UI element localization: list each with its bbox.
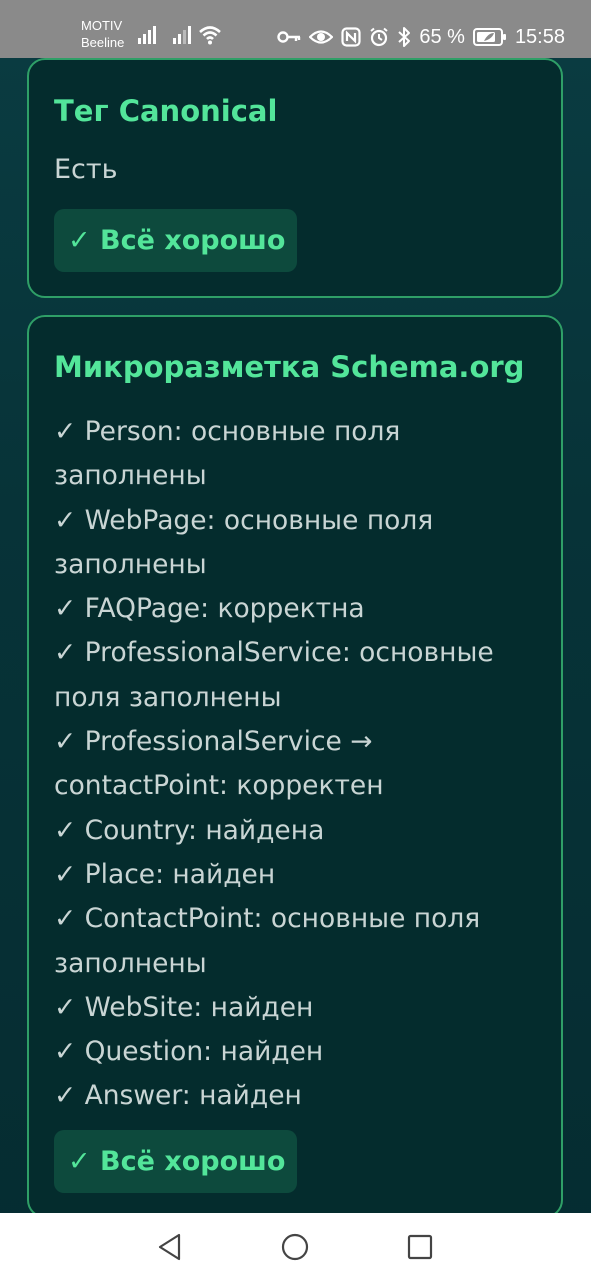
alarm-icon — [370, 27, 388, 47]
clock: 15:58 — [514, 25, 565, 48]
list-item: ✓ WebSite: найден — [54, 991, 314, 1023]
canonical-card: Тег Canonical Есть ✓ Всё хорошо — [27, 58, 563, 298]
status-badge: ✓ Всё хорошо — [54, 1130, 297, 1193]
wifi-icon — [199, 26, 221, 45]
schema-card: Микроразметка Schema.org ✓ Person: основ… — [27, 315, 563, 1218]
screen: MOTIV Beeline 65 % 15:58 Тег Canonical Е… — [0, 0, 591, 1280]
home-icon — [281, 1233, 309, 1261]
battery-percent: 65 % — [419, 25, 465, 48]
list-item: ✓ WebPage: основные поля заполнены — [54, 504, 434, 580]
card-text: Есть — [54, 154, 118, 185]
list-item: ✓ ProfessionalService: основные поля зап… — [54, 637, 494, 713]
status-icons: 65 % 15:58 — [277, 24, 565, 50]
recents-button[interactable] — [402, 1229, 438, 1265]
list-item: ✓ Question: найден — [54, 1036, 324, 1068]
bluetooth-icon — [398, 27, 411, 47]
back-button[interactable] — [152, 1229, 188, 1265]
status-bar: MOTIV Beeline 65 % 15:58 — [0, 0, 591, 58]
card-title: Тег Canonical — [54, 94, 278, 128]
nfc-icon — [341, 27, 361, 47]
battery-icon — [472, 28, 506, 46]
list-item: ✓ Person: основные поля заполнены — [54, 416, 401, 492]
list-item: ✓ Place: найден — [54, 858, 276, 890]
signal-icon-2 — [173, 26, 191, 44]
list-item: ✓ ContactPoint: основные поля заполнены — [54, 903, 481, 979]
status-badge: ✓ Всё хорошо — [54, 209, 297, 272]
card-title: Микроразметка Schema.org — [54, 350, 525, 384]
list-item: ✓ FAQPage: корректна — [54, 593, 365, 625]
key-icon — [277, 31, 301, 43]
list-item: ✓ ProfessionalService → contactPoint: ко… — [54, 726, 384, 802]
home-button[interactable] — [277, 1229, 313, 1265]
check-list: ✓ Person: основные поля заполнены ✓ WebP… — [54, 410, 544, 1119]
eye-icon — [309, 30, 334, 44]
signal-icon — [138, 26, 156, 44]
navigation-bar — [0, 1213, 591, 1280]
recents-icon — [407, 1234, 433, 1260]
carrier-label: MOTIV Beeline — [81, 17, 124, 51]
carrier-line-2: Beeline — [81, 35, 125, 50]
back-icon — [158, 1233, 181, 1261]
list-item: ✓ Country: найдена — [54, 814, 325, 846]
list-item: ✓ Answer: найден — [54, 1080, 302, 1112]
carrier-line-1: MOTIV — [81, 18, 123, 33]
